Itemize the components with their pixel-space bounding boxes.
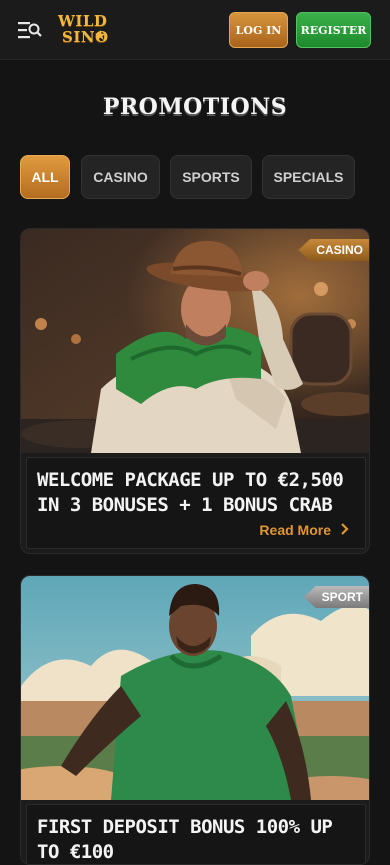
promo-card[interactable]: SPORT FIRST DEPOSIT BONUS 100% UP TO €10… [20,575,370,865]
tab-specials[interactable]: SPECIALS [262,155,355,199]
football-player-illustration [21,576,369,800]
promo-title: WELCOME PACKAGE UP TO €2,500 IN 3 BONUSE… [37,469,344,516]
login-button[interactable]: LOG IN [229,12,288,48]
category-badge: SPORT [303,586,369,608]
tab-casino[interactable]: CASINO [81,155,160,199]
tab-sports[interactable]: SPORTS [170,155,252,199]
promo-card[interactable]: CASINO WELCOME PACKAGE UP TO €2,500 IN 3… [20,228,370,554]
register-button[interactable]: REGISTER [296,12,371,48]
read-more-link[interactable]: Read More [259,522,349,538]
category-badge: CASINO [298,239,369,261]
read-more-label: Read More [259,522,331,538]
tab-all[interactable]: ALL [20,155,70,199]
promo-card-body: FIRST DEPOSIT BONUS 100% UP TO €100 [26,804,366,864]
logo-star-icon: ★ [94,28,107,44]
page-title: PROMOTIONS [102,94,288,120]
cowboy-casino-illustration [21,229,369,453]
top-header: WILD SINO ★ LOG IN REGISTER [0,0,390,60]
menu-search-icon[interactable] [18,20,42,40]
promo-card-body: WELCOME PACKAGE UP TO €2,500 IN 3 BONUSE… [26,457,366,549]
wildsino-logo[interactable]: WILD SINO ★ [56,10,108,50]
promo-title: FIRST DEPOSIT BONUS 100% UP TO €100 [37,816,333,863]
chevron-right-icon [341,522,349,538]
